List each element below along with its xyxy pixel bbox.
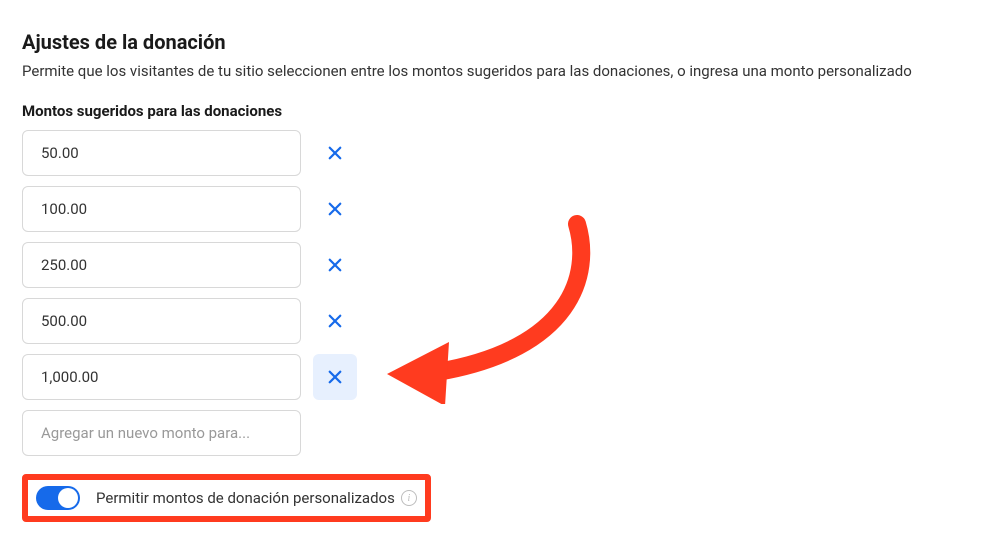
remove-amount-button[interactable] (313, 186, 357, 232)
section-title: Ajustes de la donación (22, 30, 978, 54)
remove-amount-button[interactable] (313, 298, 357, 344)
amount-row (22, 354, 978, 400)
close-icon (326, 312, 344, 330)
close-icon (326, 200, 344, 218)
amount-row (22, 130, 978, 176)
amount-input[interactable] (22, 354, 301, 400)
info-icon[interactable]: i (401, 490, 417, 506)
add-amount-input[interactable] (22, 410, 301, 456)
remove-amount-button[interactable] (313, 130, 357, 176)
remove-amount-button[interactable] (313, 242, 357, 288)
amount-input[interactable] (22, 186, 301, 232)
amount-row (22, 186, 978, 232)
section-description: Permite que los visitantes de tu sitio s… (22, 62, 978, 80)
amount-input[interactable] (22, 130, 301, 176)
amount-row-add (22, 410, 978, 456)
custom-amounts-toggle-label: Permitir montos de donación personalizad… (96, 489, 417, 507)
amount-input[interactable] (22, 298, 301, 344)
toggle-knob (58, 488, 78, 508)
suggested-amounts-label: Montos sugeridos para las donaciones (22, 102, 978, 120)
amount-input[interactable] (22, 242, 301, 288)
close-icon (326, 256, 344, 274)
amount-row (22, 242, 978, 288)
close-icon (326, 144, 344, 162)
remove-amount-button[interactable] (313, 354, 357, 400)
close-icon (326, 368, 344, 386)
amount-row (22, 298, 978, 344)
custom-amounts-toggle-row: Permitir montos de donación personalizad… (22, 474, 431, 522)
custom-amounts-toggle[interactable] (36, 486, 80, 510)
suggested-amounts-list (22, 130, 978, 456)
